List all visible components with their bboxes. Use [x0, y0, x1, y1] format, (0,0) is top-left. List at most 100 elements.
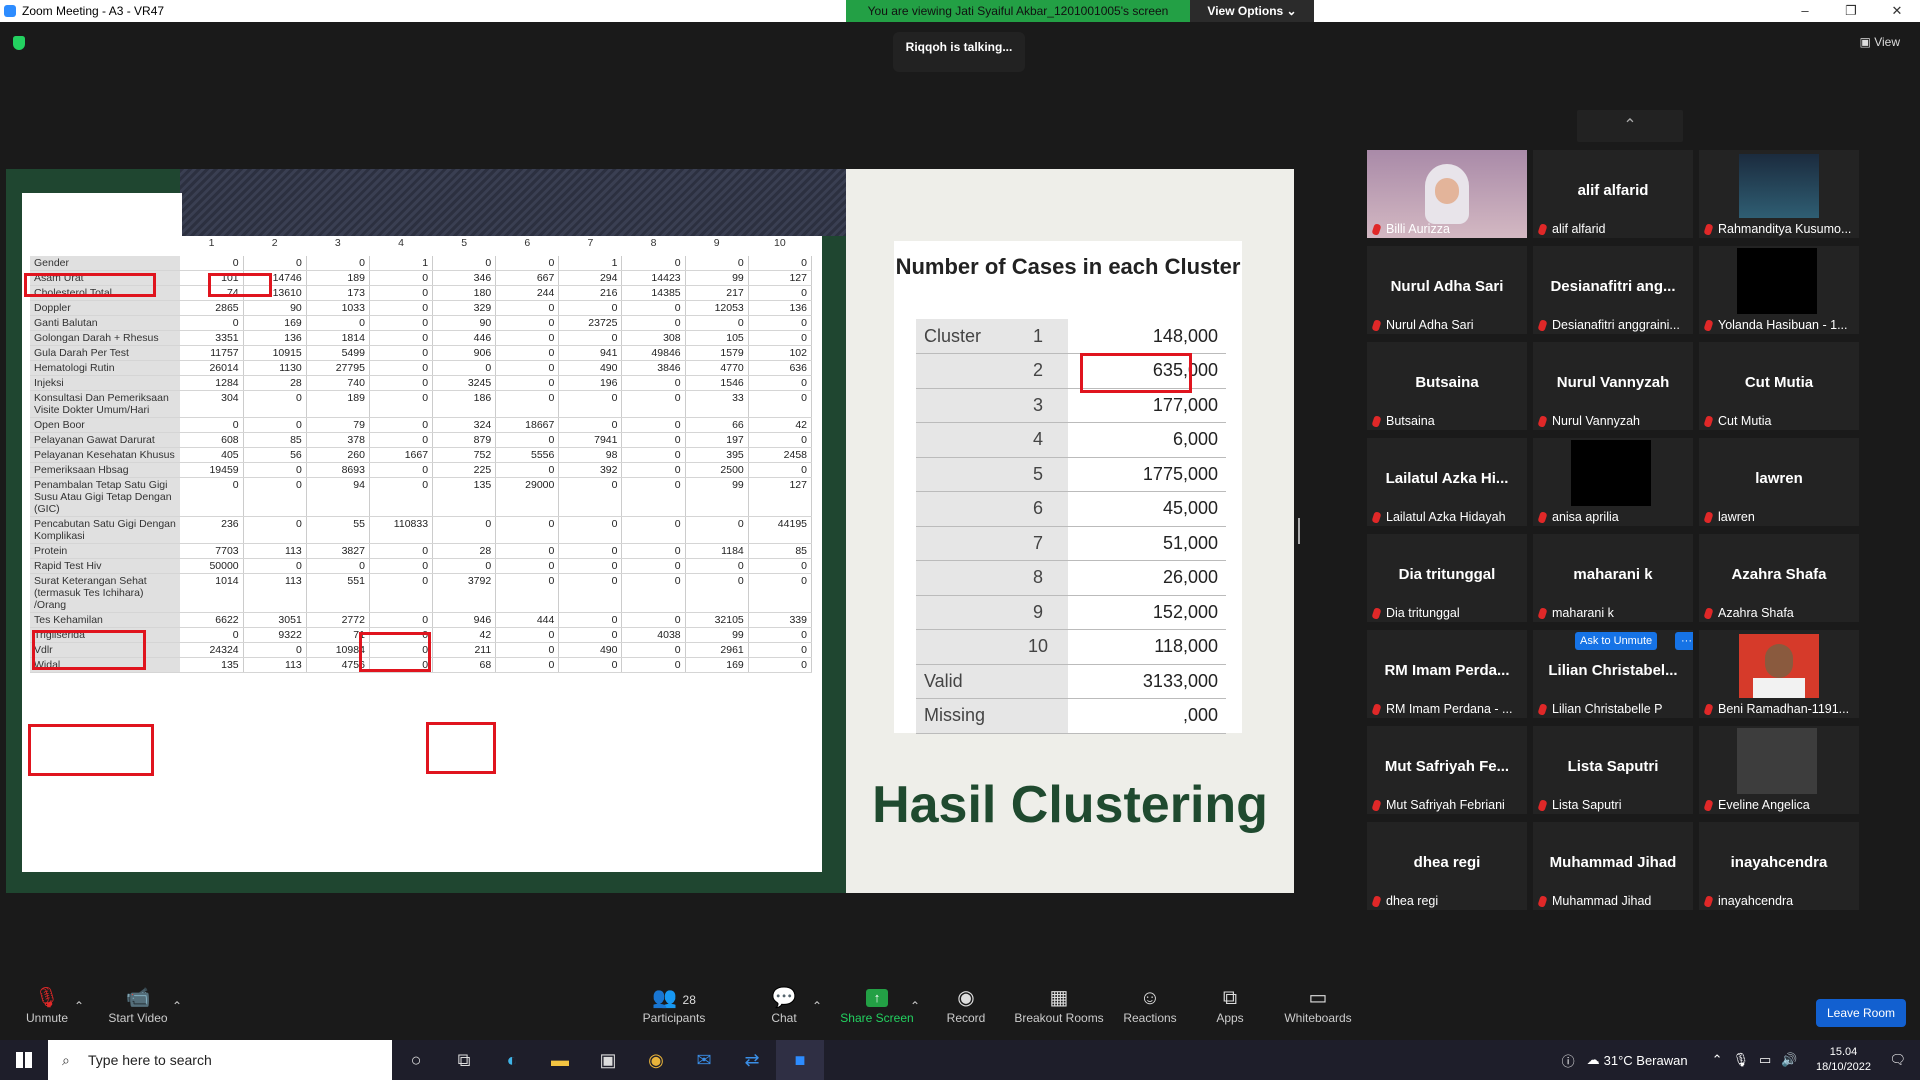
- table-cell: 0: [621, 642, 686, 658]
- participants-button[interactable]: 👥 28 Participants: [636, 985, 712, 1025]
- view-options-button[interactable]: View Options ⌄: [1190, 0, 1314, 22]
- video-options-caret[interactable]: ⌃: [170, 999, 184, 1013]
- participant-tile[interactable]: maharani k maharani k: [1533, 534, 1693, 622]
- table-row: Pelayanan Gawat Darurat 608 85 378 0 879 0 7941…: [30, 432, 813, 448]
- taskbar-search[interactable]: ⌕ Type here to search: [48, 1040, 392, 1080]
- ask-to-unmute-button[interactable]: Ask to Unmute: [1575, 632, 1658, 650]
- muted-mic-icon: [1537, 798, 1548, 812]
- participant-name-display: inayahcendra: [1730, 854, 1828, 871]
- table-row: Penambalan Tetap Satu Gigi Susu Atau Gig…: [30, 477, 813, 517]
- participant-tile[interactable]: Lista Saputri Lista Saputri: [1533, 726, 1693, 814]
- share-screen-button[interactable]: ↑ Share Screen: [838, 985, 916, 1025]
- table-cell: 99: [685, 477, 749, 517]
- cluster-row: 8 26,000: [916, 560, 1226, 596]
- participant-tile[interactable]: Desianafitri ang... Desianafitri anggrain…: [1533, 246, 1693, 334]
- table-cell: 5556: [495, 447, 560, 463]
- notifications-icon[interactable]: 🗨: [1889, 1052, 1906, 1068]
- participant-tile[interactable]: Dia tritunggal Dia tritunggal: [1367, 534, 1527, 622]
- participant-tile[interactable]: dhea regi dhea regi: [1367, 822, 1527, 910]
- cluster-row: Cluster 1 148,000: [916, 319, 1226, 354]
- clock[interactable]: 15.04 18/10/2022: [1803, 1045, 1883, 1075]
- store-icon[interactable]: ▣: [584, 1040, 632, 1080]
- file-explorer-icon[interactable]: ▬: [536, 1040, 584, 1080]
- table-cell: 3846: [621, 360, 686, 376]
- start-video-button[interactable]: 📹 Start Video: [104, 985, 172, 1025]
- participant-tile[interactable]: anisa aprilia: [1533, 438, 1693, 526]
- unmute-button[interactable]: 🎙 Unmute: [22, 985, 72, 1025]
- participant-tile[interactable]: Lilian Christabel... Ask to Unmute ··· Lili…: [1533, 630, 1693, 718]
- maximize-button[interactable]: ❐: [1828, 0, 1874, 22]
- participant-tile[interactable]: Rahmanditya Kusumo...: [1699, 150, 1859, 238]
- participant-label: Azahra Shafa: [1703, 606, 1794, 620]
- zoom-taskbar-icon[interactable]: ■: [776, 1040, 824, 1080]
- participant-tile[interactable]: Muhammad Jihad Muhammad Jihad: [1533, 822, 1693, 910]
- whiteboards-button[interactable]: ▭ Whiteboards: [1282, 985, 1354, 1025]
- participant-tile[interactable]: Yolanda Hasibuan - 1...: [1699, 246, 1859, 334]
- share-options-caret[interactable]: ⌃: [908, 999, 922, 1013]
- gallery-scroll-up-button[interactable]: ⌃: [1577, 110, 1683, 142]
- participant-tile[interactable]: Nurul Adha Sari Nurul Adha Sari: [1367, 246, 1527, 334]
- start-button[interactable]: [0, 1040, 48, 1080]
- participant-tile[interactable]: Nurul Vannyzah Nurul Vannyzah: [1533, 342, 1693, 430]
- participant-tile[interactable]: inayahcendra inayahcendra: [1699, 822, 1859, 910]
- chat-options-caret[interactable]: ⌃: [810, 999, 824, 1013]
- help-icon[interactable]: ⓘ: [1562, 1051, 1575, 1070]
- cortana-icon[interactable]: ○: [392, 1040, 440, 1080]
- chat-button[interactable]: 💬 Chat: [758, 985, 810, 1025]
- participant-name-display: lawren: [1755, 470, 1803, 487]
- table-cell: 0: [180, 477, 244, 517]
- table-cell: 0: [558, 627, 623, 643]
- participants-label: Participants: [642, 1011, 706, 1025]
- apps-button[interactable]: ⧉ Apps: [1210, 985, 1250, 1025]
- table-cell: 1184: [685, 543, 749, 559]
- participant-tile[interactable]: Billi Aurizza: [1367, 150, 1527, 238]
- mail-icon[interactable]: ✉: [680, 1040, 728, 1080]
- participant-tile[interactable]: lawren lawren: [1699, 438, 1859, 526]
- volume-icon[interactable]: 🔊: [1781, 1052, 1797, 1068]
- participant-tile[interactable]: Lailatul Azka Hi... Lailatul Azka Hidayah: [1367, 438, 1527, 526]
- participant-tile[interactable]: Beni Ramadhan-1191...: [1699, 630, 1859, 718]
- table-cell: 136: [748, 300, 813, 316]
- participant-tile[interactable]: alif alfarid alif alfarid: [1533, 150, 1693, 238]
- table-cell: 0: [621, 477, 686, 517]
- participant-label: maharani k: [1537, 606, 1614, 620]
- participant-label-text: lawren: [1718, 510, 1755, 524]
- security-shield-icon[interactable]: [13, 36, 25, 50]
- chrome-icon[interactable]: ◉: [632, 1040, 680, 1080]
- participant-tile[interactable]: Butsaina Butsaina: [1367, 342, 1527, 430]
- view-button[interactable]: ▣ View: [1860, 35, 1900, 49]
- participant-label: Yolanda Hasibuan - 1...: [1703, 318, 1848, 332]
- task-view-icon[interactable]: ⧉: [440, 1040, 488, 1080]
- record-button[interactable]: ◉ Record: [942, 985, 990, 1025]
- split-drag-handle[interactable]: [1298, 518, 1300, 544]
- table-cell: 1284: [180, 375, 244, 391]
- reactions-button[interactable]: ☺ Reactions: [1122, 985, 1178, 1025]
- column-header: 8: [650, 237, 657, 249]
- table-cell: 0: [748, 256, 813, 271]
- start-video-label: Start Video: [108, 1011, 168, 1025]
- participant-tile[interactable]: Azahra Shafa Azahra Shafa: [1699, 534, 1859, 622]
- close-button[interactable]: ✕: [1874, 0, 1920, 22]
- participant-tile[interactable]: RM Imam Perda... RM Imam Perdana - ...: [1367, 630, 1527, 718]
- show-hidden-icons-icon[interactable]: ⌃: [1712, 1052, 1723, 1068]
- cluster-count: 635,000: [1068, 353, 1226, 389]
- weather-text[interactable]: 31°C Berawan: [1604, 1053, 1688, 1068]
- edge-icon[interactable]: ◐: [488, 1040, 536, 1080]
- minimize-button[interactable]: –: [1782, 0, 1828, 22]
- participant-name-display: Dia tritunggal: [1398, 566, 1496, 583]
- participant-tile[interactable]: Cut Mutia Cut Mutia: [1699, 342, 1859, 430]
- shared-screen: 1 2 3 4 5 6 7 8 9 10 Gender 0 0 0 1 0 0 1 0 0 0 Asam Urat 101…: [6, 169, 1294, 893]
- breakout-rooms-button[interactable]: ▦ Breakout Rooms: [1012, 985, 1106, 1025]
- audio-options-caret[interactable]: ⌃: [72, 999, 86, 1013]
- table-cell: 32105: [685, 612, 749, 628]
- mic-tray-icon[interactable]: 🎙: [1732, 1052, 1749, 1068]
- table-cell: 0: [685, 256, 749, 271]
- participant-tile[interactable]: Eveline Angelica: [1699, 726, 1859, 814]
- table-row: Cholesterol Total 74 13610 173 0 180 244 216 143…: [30, 285, 813, 301]
- cluster-number: 7: [1008, 526, 1068, 561]
- teamviewer-icon[interactable]: ⇄: [728, 1040, 776, 1080]
- network-icon[interactable]: ▭: [1759, 1052, 1771, 1068]
- leave-room-button[interactable]: Leave Room: [1816, 999, 1906, 1027]
- participant-tile[interactable]: Mut Safriyah Fe... Mut Safriyah Febriani: [1367, 726, 1527, 814]
- participant-more-button[interactable]: ···: [1675, 632, 1693, 650]
